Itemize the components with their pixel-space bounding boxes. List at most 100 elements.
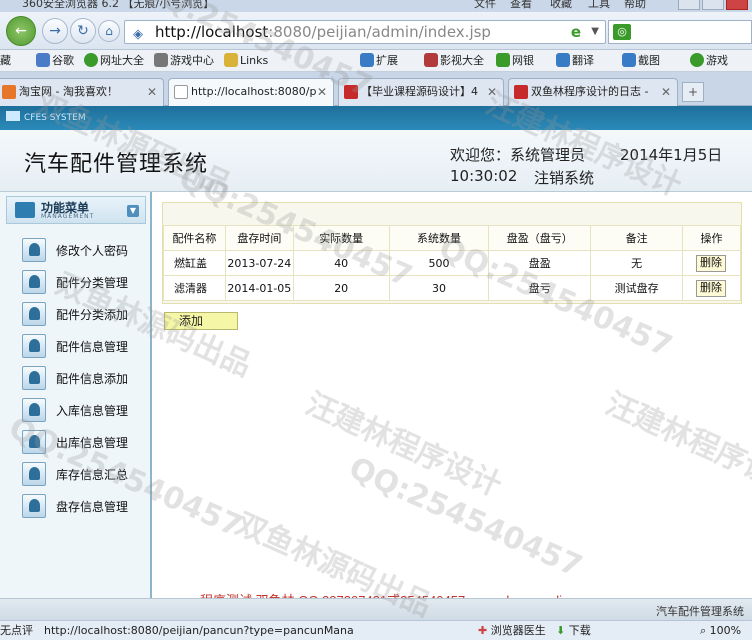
- page-favicon: [174, 85, 188, 99]
- sidebar: 功能菜单 MANAGEMENT ▼ 修改个人密码 配件分类管理 配件分类添加 配…: [0, 192, 152, 598]
- favorite-item[interactable]: 翻译: [556, 50, 594, 71]
- new-tab-button[interactable]: +: [682, 82, 704, 102]
- logout-link[interactable]: 注销系统: [534, 167, 594, 188]
- refresh-button[interactable]: ↻: [70, 18, 96, 44]
- maximize-button[interactable]: [702, 0, 724, 10]
- minimize-button[interactable]: [678, 0, 700, 10]
- column-header: 盘存时间: [224, 225, 294, 251]
- cell-action: 删除: [681, 275, 742, 301]
- favorite-item[interactable]: 网址大全: [84, 50, 144, 71]
- back-button[interactable]: ←: [6, 16, 36, 46]
- sidebar-item-part-add[interactable]: 配件信息添加: [22, 366, 150, 390]
- column-header: 系统数量: [388, 225, 490, 251]
- table-row: 滤清器 2014-01-05 20 30 盘亏 测试盘存 删除: [163, 275, 742, 301]
- tab-taobao[interactable]: 淘宝网 - 淘我喜欢！ ✕: [0, 78, 164, 106]
- favorite-item[interactable]: 谷歌: [36, 50, 74, 71]
- site-favicon: [514, 85, 528, 99]
- menu-help[interactable]: 帮助: [624, 0, 646, 10]
- sidebar-item-part-manage[interactable]: 配件信息管理: [22, 334, 150, 358]
- column-header: 盘盈（盘亏）: [488, 225, 592, 251]
- favorite-item[interactable]: 藏: [0, 50, 11, 71]
- delete-button[interactable]: 删除: [696, 279, 726, 297]
- gamepad-icon: [154, 53, 168, 67]
- close-tab-icon[interactable]: ✕: [487, 79, 497, 105]
- status-comment[interactable]: 无点评: [0, 621, 33, 640]
- sidebar-item-stock-summary[interactable]: 库存信息汇总: [22, 462, 150, 486]
- compat-mode-icon[interactable]: e: [571, 21, 581, 43]
- inventory-table-panel: 配件名称 盘存时间 实际数量 系统数量 盘盈（盘亏） 备注 操作 燃缸盖 201…: [162, 202, 742, 304]
- address-bar[interactable]: ◈ http://localhost:8080/peijian/admin/in…: [124, 20, 606, 44]
- cell-part-name: 燃缸盖: [163, 250, 226, 276]
- sidebar-item-category-add[interactable]: 配件分类添加: [22, 302, 150, 326]
- search-input[interactable]: ◎: [608, 20, 752, 44]
- cell-action: 删除: [681, 250, 742, 276]
- app-logo: CFES SYSTEM: [6, 111, 86, 125]
- cell-actual-qty: 40: [292, 250, 390, 276]
- screenshot-icon: [622, 53, 636, 67]
- site-favicon: [344, 85, 358, 99]
- menu-tools[interactable]: 工具: [588, 0, 610, 10]
- close-window-button[interactable]: [726, 0, 748, 10]
- sidebar-item-inventory-manage[interactable]: 盘存信息管理: [22, 494, 150, 518]
- refresh-icon: ↻: [77, 23, 89, 39]
- user-icon: [22, 494, 46, 518]
- add-button[interactable]: 添加: [164, 312, 238, 330]
- app-footer: 汽车配件管理系统: [0, 598, 752, 620]
- favorite-item[interactable]: 游戏中心: [154, 50, 214, 71]
- folder-icon: [224, 53, 238, 67]
- cell-inventory-time: 2014-01-05: [224, 275, 294, 301]
- window-controls: [678, 0, 748, 10]
- cell-remark: 测试盘存: [590, 275, 683, 301]
- tab-bar: 淘宝网 - 淘我喜欢！ ✕ http://localhost:8080/p ✕ …: [0, 72, 752, 107]
- cell-part-name: 滤清器: [163, 275, 226, 301]
- status-url: http://localhost:8080/peijian/pancun?typ…: [44, 624, 354, 637]
- extension-icon: [360, 53, 374, 67]
- tab-course-source[interactable]: 【毕业课程源码设计】4 ✕: [338, 78, 504, 106]
- favorite-item[interactable]: Links: [224, 50, 268, 71]
- menu-favorites[interactable]: 收藏: [550, 0, 572, 10]
- close-tab-icon[interactable]: ✕: [317, 79, 327, 105]
- delete-button[interactable]: 删除: [696, 254, 726, 272]
- app-frame: CFES SYSTEM 汽车配件管理系统 欢迎您：系统管理员 2014年1月5日…: [0, 106, 752, 620]
- menu-file[interactable]: 文件: [474, 0, 496, 10]
- favorite-item[interactable]: 游戏: [690, 50, 728, 71]
- plus-icon: +: [687, 85, 699, 99]
- home-button[interactable]: ⌂: [98, 20, 120, 42]
- address-path: :8080/peijian/admin/index.jsp: [268, 23, 491, 41]
- status-doctor[interactable]: ✚ 浏览器医生: [478, 621, 546, 640]
- favorite-item[interactable]: 影视大全: [424, 50, 484, 71]
- tab-blog[interactable]: 双鱼林程序设计的日志 - ✕: [508, 78, 678, 106]
- sidebar-header: 功能菜单 MANAGEMENT ▼: [6, 196, 146, 224]
- favorite-item[interactable]: 扩展: [360, 50, 398, 71]
- collapse-toggle-icon[interactable]: ▼: [127, 205, 139, 217]
- forward-button[interactable]: →: [42, 18, 68, 44]
- sidebar-item-inbound-manage[interactable]: 入库信息管理: [22, 398, 150, 422]
- doctor-icon: ✚: [478, 624, 488, 637]
- status-download[interactable]: ⬇ 下载: [556, 621, 591, 640]
- sidebar-item-change-password[interactable]: 修改个人密码: [22, 238, 150, 262]
- close-tab-icon[interactable]: ✕: [661, 79, 671, 105]
- sidebar-item-outbound-manage[interactable]: 出库信息管理: [22, 430, 150, 454]
- address-host: http://localhost: [155, 23, 269, 41]
- game-icon: [690, 53, 704, 67]
- user-icon: [22, 238, 46, 262]
- app-top-strip: CFES SYSTEM: [0, 106, 752, 130]
- tab-localhost[interactable]: http://localhost:8080/p ✕: [168, 78, 334, 107]
- cell-system-qty: 500: [388, 250, 490, 276]
- favorite-item[interactable]: 网银: [496, 50, 534, 71]
- close-tab-icon[interactable]: ✕: [147, 79, 157, 105]
- system-title: 汽车配件管理系统: [24, 152, 209, 177]
- user-icon: [22, 366, 46, 390]
- search-engine-icon[interactable]: ◎: [613, 24, 631, 40]
- google-icon: [36, 53, 50, 67]
- favorites-bar: 藏 谷歌 网址大全 游戏中心 Links 扩展 影视大全 网银 翻译 截图 游戏: [0, 50, 752, 72]
- status-zoom[interactable]: ⌕ 100%: [700, 621, 741, 640]
- menu-view[interactable]: 查看: [510, 0, 532, 10]
- column-header: 实际数量: [292, 225, 390, 251]
- favorite-item[interactable]: 截图: [622, 50, 660, 71]
- column-header: 备注: [590, 225, 683, 251]
- home-icon: ⌂: [105, 24, 113, 38]
- address-dropdown-icon[interactable]: ▼: [591, 21, 599, 43]
- sidebar-item-category-manage[interactable]: 配件分类管理: [22, 270, 150, 294]
- column-header: 配件名称: [163, 225, 226, 251]
